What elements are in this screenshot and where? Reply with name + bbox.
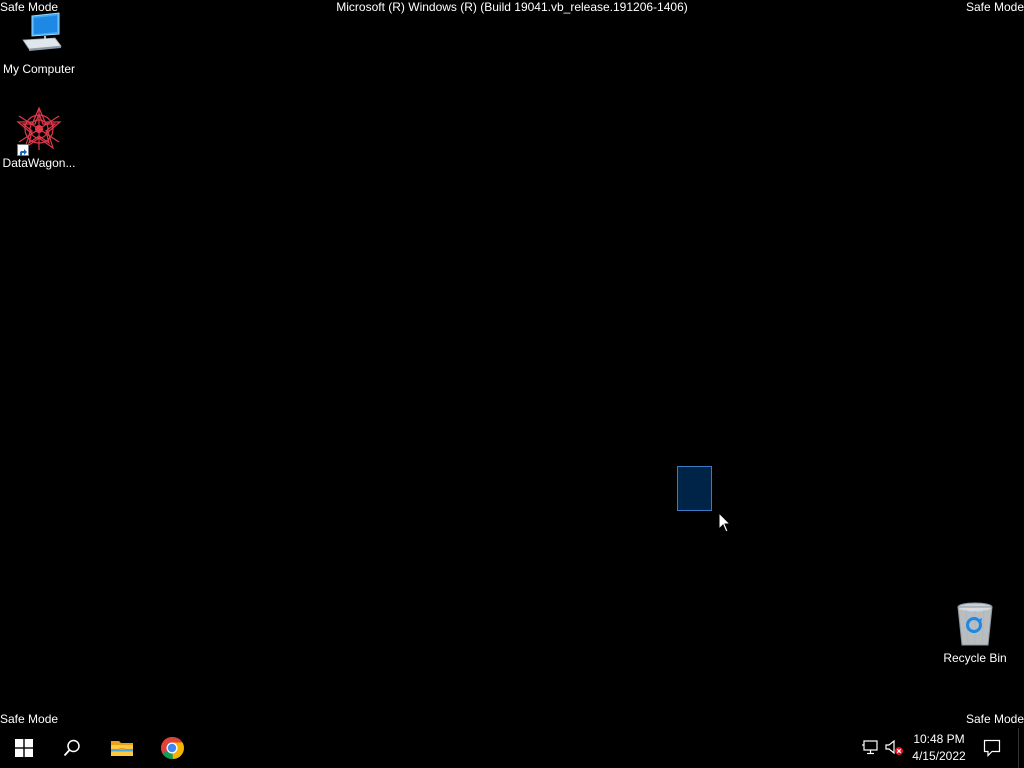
search-icon [63, 739, 80, 757]
computer-icon [15, 12, 63, 60]
search-button[interactable] [48, 728, 96, 768]
desktop[interactable]: Safe Mode Microsoft (R) Windows (R) (Bui… [0, 0, 1024, 728]
clock-date: 4/15/2022 [912, 749, 966, 763]
safe-mode-label-bottom-right: Safe Mode [965, 712, 1024, 726]
volume-tray-button[interactable] [884, 738, 904, 758]
clock-time: 10:48 PM [913, 732, 965, 746]
file-explorer-icon [111, 741, 133, 756]
action-center-button[interactable] [978, 728, 1006, 768]
taskbar-clock[interactable]: 10:48 PM 4/15/2022 [908, 731, 970, 765]
mouse-pointer-icon [718, 511, 732, 534]
start-button[interactable] [0, 728, 48, 768]
windows-start-icon [15, 739, 33, 757]
network-tray-button[interactable] [860, 738, 880, 758]
show-desktop-button[interactable] [1018, 728, 1024, 768]
desktop-icon-my-computer[interactable]: My Computer [1, 12, 77, 77]
build-banner: Microsoft (R) Windows (R) (Build 19041.v… [336, 0, 688, 14]
action-center-icon [983, 739, 1001, 757]
desktop-icon-label: My Computer [2, 62, 76, 76]
taskbar: 10:48 PM 4/15/2022 [0, 728, 1024, 768]
recycle-bin-icon [951, 601, 999, 649]
desktop-icon-label: DataWagon... [2, 156, 76, 170]
chrome-icon [161, 736, 184, 760]
network-disconnected-icon [862, 740, 878, 755]
desktop-icon-recycle-bin[interactable]: Recycle Bin [937, 601, 1013, 666]
desktop-icon-label: Recycle Bin [943, 651, 1007, 665]
drag-selection-rectangle [677, 466, 712, 511]
file-explorer-button[interactable] [98, 728, 146, 768]
desktop-icon-datawagon[interactable]: DataWagon... [1, 106, 77, 171]
shortcut-arrow-icon [17, 144, 29, 156]
datawagon-app-icon [15, 106, 63, 156]
chrome-button[interactable] [148, 728, 196, 768]
safe-mode-label-bottom-left: Safe Mode [0, 712, 59, 726]
safe-mode-label-top-right: Safe Mode [965, 0, 1024, 14]
volume-muted-icon [885, 739, 903, 755]
